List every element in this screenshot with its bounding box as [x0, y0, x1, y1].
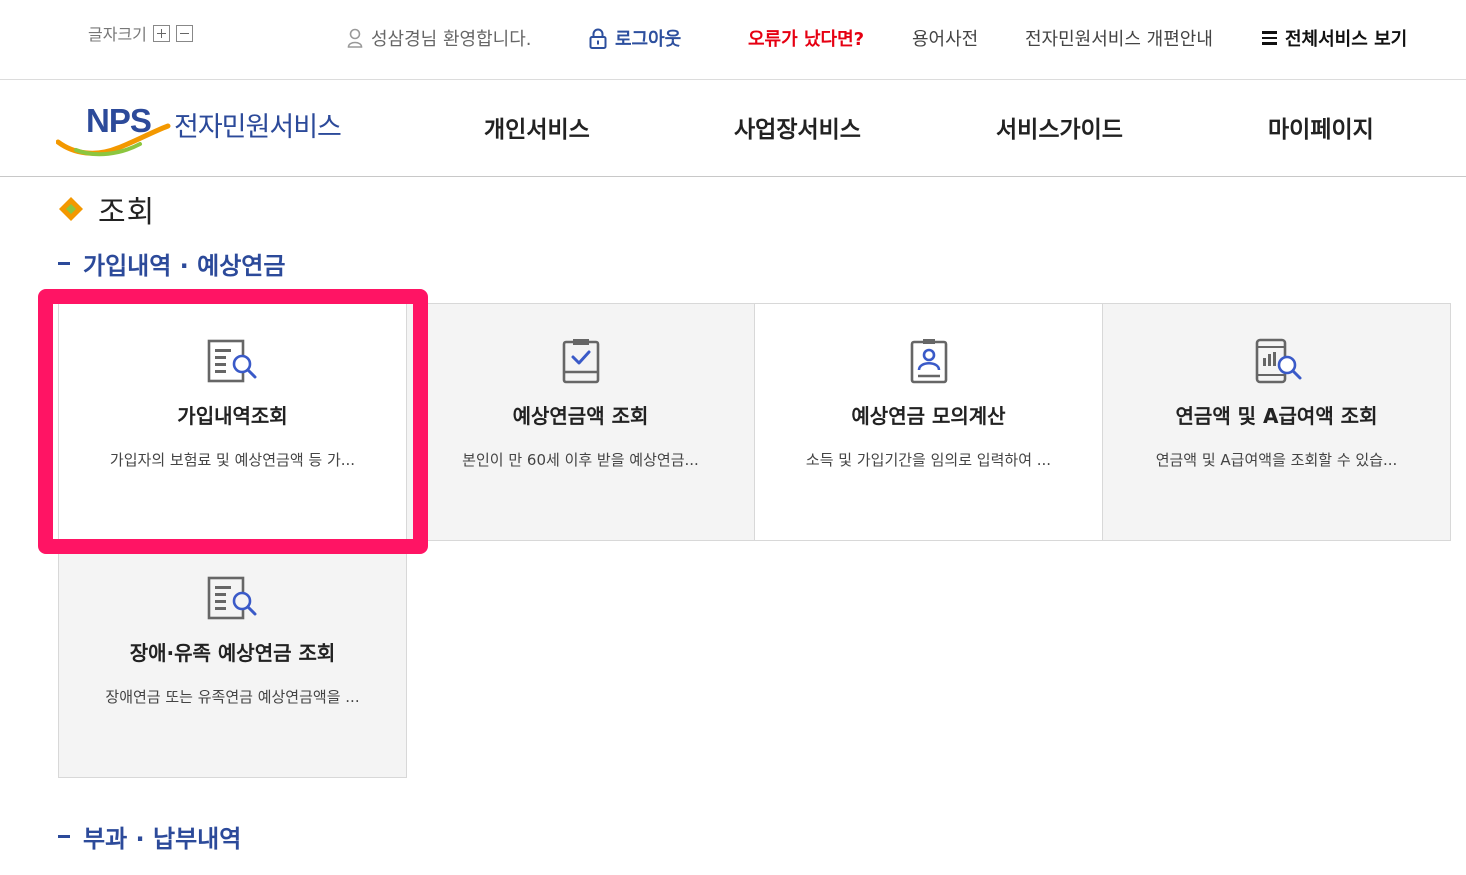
- card-description: 연금액 및 A급여액을 조회할 수 있습...: [1155, 451, 1398, 469]
- user-icon: [347, 28, 363, 48]
- nav-my-page[interactable]: 마이페이지: [1268, 110, 1374, 144]
- menu-icon: [1262, 28, 1277, 48]
- id-card-person-icon: [910, 339, 947, 384]
- card-subscription-history[interactable]: 가입내역조회 가입자의 보험료 및 예상연금액 등 가...: [58, 303, 407, 541]
- card-expected-pension[interactable]: 예상연금액 조회 본인이 만 60세 이후 받을 예상연금...: [406, 303, 755, 541]
- renewal-notice-link[interactable]: 전자민원서비스 개편안내: [1025, 25, 1213, 51]
- all-services-button[interactable]: 전체서비스 보기: [1262, 25, 1407, 51]
- page-title: 조회: [58, 187, 155, 231]
- section-title-billing: 부과 · 납부내역: [58, 819, 241, 854]
- logo-service-name: 전자민원서비스: [174, 112, 342, 143]
- section-dash: [58, 835, 70, 838]
- section-title-subscription: 가입내역 · 예상연금: [58, 246, 285, 281]
- welcome-text: 성삼경님 환영합니다.: [371, 29, 532, 50]
- all-services-label: 전체서비스 보기: [1285, 29, 1408, 50]
- card-description: 본인이 만 60세 이후 받을 예상연금...: [462, 451, 699, 469]
- nps-logo[interactable]: NPS 전자민원서비스: [55, 102, 346, 158]
- welcome-message: 성삼경님 환영합니다.: [347, 25, 531, 51]
- section-title-text: 가입내역 · 예상연금: [83, 252, 286, 280]
- logout-link[interactable]: 로그아웃: [589, 25, 681, 51]
- utility-bar: 글자크기 성삼경님 환영합니다. 로그아웃 오류가 났다면? 용어사전 전자민원…: [0, 0, 1466, 80]
- logout-label: 로그아웃: [615, 29, 682, 50]
- lock-icon: [589, 28, 607, 49]
- card-disability-survivor-pension[interactable]: 장애·유족 예상연금 조회 장애연금 또는 유족연금 예상연금액을 ...: [58, 540, 407, 778]
- card-title: 예상연금액 조회: [512, 404, 649, 428]
- section-title-text: 부과 · 납부내역: [83, 825, 242, 853]
- card-description: 소득 및 가입기간을 임의로 입력하여 ...: [805, 451, 1052, 469]
- card-pension-amount[interactable]: 연금액 및 A급여액 조회 연금액 및 A급여액을 조회할 수 있습...: [1102, 303, 1451, 541]
- nps-logo-mark: NPS: [55, 102, 171, 157]
- tablet-chart-search-icon: [1255, 338, 1301, 384]
- document-search-icon: [207, 339, 256, 383]
- document-search-icon: [207, 576, 256, 620]
- error-report-link[interactable]: 오류가 났다면?: [748, 25, 864, 51]
- card-title: 가입내역조회: [177, 404, 288, 428]
- header: NPS 전자민원서비스 개인서비스 사업장서비스 서비스가이드 마이페이지: [0, 80, 1466, 177]
- card-title: 장애·유족 예상연금 조회: [129, 641, 336, 665]
- section-dash: [58, 262, 70, 265]
- card-pension-simulation[interactable]: 예상연금 모의계산 소득 및 가입기간을 임의로 입력하여 ...: [754, 303, 1103, 541]
- page-title-text: 조회: [98, 195, 156, 230]
- logo-mark-text: NPS: [86, 102, 151, 139]
- nav-business-services[interactable]: 사업장서비스: [734, 110, 861, 144]
- clipboard-check-icon: [562, 339, 599, 384]
- card-title: 예상연금 모의계산: [851, 404, 1006, 428]
- card-description: 장애연금 또는 유족연금 예상연금액을 ...: [105, 688, 360, 706]
- nav-service-guide[interactable]: 서비스가이드: [996, 110, 1123, 144]
- diamond-bullet-icon: [59, 197, 83, 221]
- dictionary-link[interactable]: 용어사전: [912, 25, 978, 51]
- card-title: 연금액 및 A급여액 조회: [1175, 404, 1378, 428]
- card-description: 가입자의 보험료 및 예상연금액 등 가...: [109, 451, 356, 469]
- nav-personal-services[interactable]: 개인서비스: [484, 110, 590, 144]
